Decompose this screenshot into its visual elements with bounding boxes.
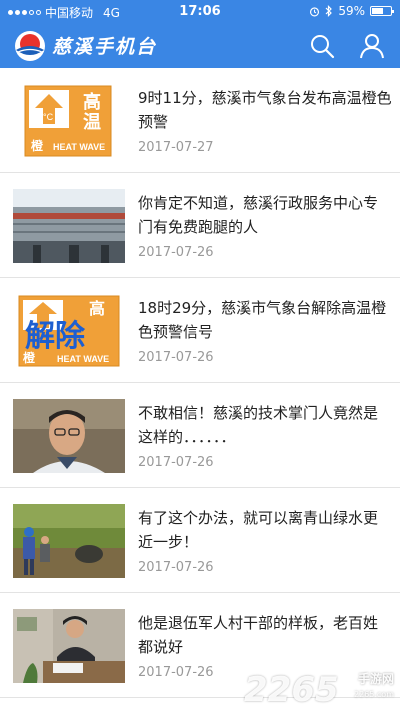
thumb-badge-top: 高 bbox=[83, 91, 101, 113]
thumb-corner: 橙 bbox=[23, 350, 36, 365]
app-title: 慈溪手机台 bbox=[52, 36, 158, 58]
news-date: 2017-07-26 bbox=[138, 665, 214, 680]
thumb-label: HEAT WAVE bbox=[53, 142, 105, 152]
news-title: 9时11分，慈溪市气象台发布高温橙色预警 bbox=[138, 89, 392, 131]
thumb-corner: 橙 bbox=[31, 138, 44, 153]
user-button[interactable] bbox=[358, 32, 386, 60]
news-title: 有了这个办法，就可以离青山绿水更近一步！ bbox=[138, 509, 379, 551]
news-title: 他是退伍军人村干部的样板，老百姓都说好 bbox=[138, 614, 379, 656]
news-feed: °C 高 温 橙 HEAT WAVE 9时11分，慈溪市气象台发布高温橙色预警 … bbox=[0, 68, 400, 698]
battery-icon bbox=[370, 6, 394, 16]
status-bar: 中国移动 4G 17:06 59% bbox=[0, 0, 400, 24]
news-date: 2017-07-27 bbox=[138, 140, 214, 155]
thumb-badge-top: 高 bbox=[89, 299, 105, 318]
news-thumbnail: °C 高 温 橙 HEAT WAVE bbox=[13, 84, 125, 158]
thumb-badge-bottom: 温 bbox=[83, 112, 101, 133]
thumb-label: HEAT WAVE bbox=[57, 354, 109, 364]
app-header: 慈溪手机台 bbox=[0, 24, 400, 68]
news-item[interactable]: 不敢相信！慈溪的技术掌门人竟然是这样的．．．．．． 2017-07-26 bbox=[0, 383, 400, 488]
news-title: 你肯定不知道，慈溪行政服务中心专门有免费跑腿的人 bbox=[138, 194, 379, 236]
news-title: 不敢相信！慈溪的技术掌门人竟然是这样的．．．．．． bbox=[138, 404, 379, 446]
logo-icon bbox=[15, 31, 45, 61]
user-icon bbox=[360, 34, 384, 59]
news-thumbnail: 高 解除 橙 HEAT WAVE bbox=[13, 294, 125, 368]
news-item[interactable]: 有了这个办法，就可以离青山绿水更近一步！ 2017-07-26 bbox=[0, 488, 400, 593]
battery-label: 59% bbox=[338, 4, 365, 18]
news-date: 2017-07-26 bbox=[138, 455, 214, 470]
watermark-url: 2265.com bbox=[354, 690, 394, 699]
alarm-icon bbox=[310, 6, 320, 16]
temp-symbol: °C bbox=[43, 112, 54, 122]
news-thumbnail bbox=[13, 504, 125, 578]
news-title: 18时29分，慈溪市气象台解除高温橙色预警信号 bbox=[138, 299, 387, 341]
news-date: 2017-07-26 bbox=[138, 245, 214, 260]
news-date: 2017-07-26 bbox=[138, 350, 214, 365]
news-thumbnail bbox=[13, 399, 125, 473]
search-button[interactable] bbox=[308, 32, 336, 60]
status-right: 59% bbox=[309, 4, 394, 18]
news-item[interactable]: 高 解除 橙 HEAT WAVE 18时29分，慈溪市气象台解除高温橙色预警信号… bbox=[0, 278, 400, 383]
thumb-overlay: 解除 bbox=[25, 319, 86, 354]
watermark-number: 2265 bbox=[244, 670, 339, 710]
news-thumbnail bbox=[13, 189, 125, 263]
search-icon bbox=[311, 35, 335, 59]
news-thumbnail bbox=[13, 609, 125, 683]
news-item[interactable]: 你肯定不知道，慈溪行政服务中心专门有免费跑腿的人 2017-07-26 bbox=[0, 173, 400, 278]
news-item[interactable]: °C 高 温 橙 HEAT WAVE 9时11分，慈溪市气象台发布高温橙色预警 … bbox=[0, 68, 400, 173]
watermark-suffix: 手游网 bbox=[357, 672, 394, 686]
news-date: 2017-07-26 bbox=[138, 560, 214, 575]
watermark: 2265 手游网 2265.com bbox=[244, 670, 394, 710]
bluetooth-icon bbox=[325, 5, 333, 17]
